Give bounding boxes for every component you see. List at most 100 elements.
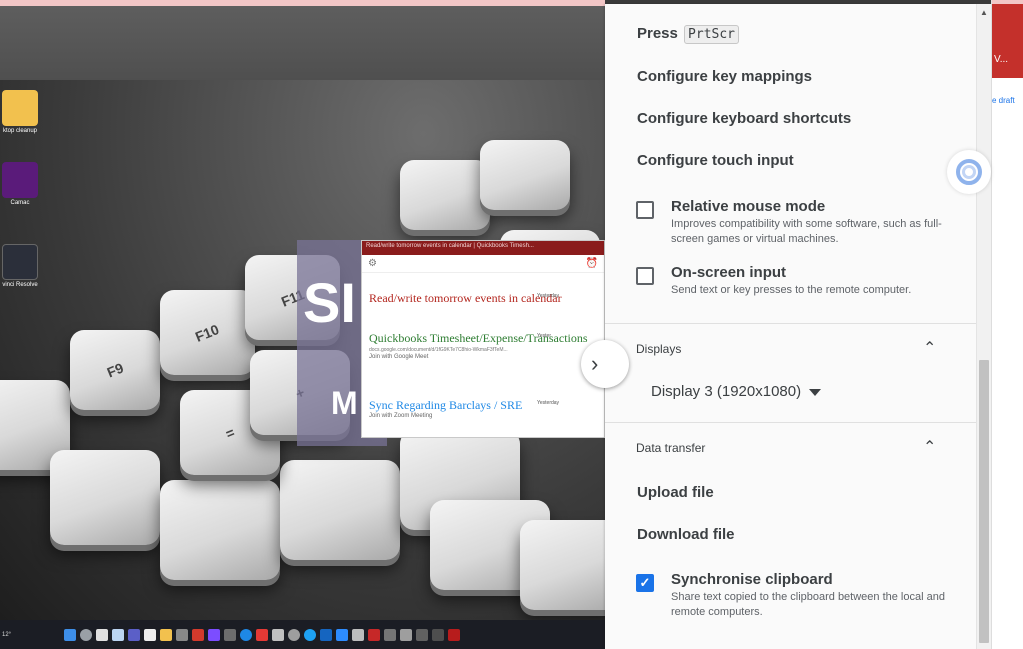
floating-assistant-icon[interactable] xyxy=(947,150,991,194)
checkmark-icon: ✓ xyxy=(639,575,651,590)
event-link[interactable]: docs.google.com/document/d/1fG9KTe7C8hio… xyxy=(369,346,601,354)
panel-scrollbar[interactable]: ▲ xyxy=(976,4,991,649)
app-icon[interactable] xyxy=(352,628,364,641)
keyboard-key-f9: F9 xyxy=(70,330,160,410)
app-icon[interactable] xyxy=(272,628,284,641)
file-explorer-icon[interactable] xyxy=(160,628,172,641)
onscreen-input-label: On-screen input xyxy=(671,264,787,281)
draft-label: e draft xyxy=(992,96,1015,105)
app-icon[interactable] xyxy=(432,628,444,641)
scroll-up-icon[interactable]: ▲ xyxy=(980,8,988,17)
remote-taskbar: 12° xyxy=(0,620,605,649)
configure-key-mappings-item[interactable]: Configure key mappings xyxy=(637,68,812,85)
app-icon[interactable] xyxy=(384,628,396,641)
acrobat-icon[interactable] xyxy=(256,628,268,641)
background-browser-window: V... e draft xyxy=(991,0,1023,649)
expand-panel-button[interactable]: › xyxy=(581,340,629,388)
browser-tab-label: V... xyxy=(994,54,1009,65)
app-icon[interactable] xyxy=(192,628,204,641)
sync-clipboard-label: Synchronise clipboard xyxy=(671,571,833,588)
teams-icon[interactable] xyxy=(128,628,140,641)
calendar-window-title: Read/write tomorrow events in calendar |… xyxy=(362,241,604,255)
caret-down-icon xyxy=(809,388,822,396)
configure-keyboard-shortcuts-item[interactable]: Configure keyboard shortcuts xyxy=(637,110,851,127)
desktop-icon-resolve[interactable]: vinci Resolve xyxy=(0,244,40,288)
event-time: Yesterday xyxy=(537,293,560,299)
data-transfer-section-header[interactable]: Data transfer xyxy=(636,441,705,455)
settings-icon[interactable] xyxy=(288,628,300,641)
app-icon[interactable] xyxy=(224,628,236,641)
davinci-resolve-icon xyxy=(2,244,38,280)
windows-start-icon[interactable] xyxy=(64,628,76,641)
remote-desktop-view[interactable]: F9 F10 F11 = + ktop cleanup Camac vinci … xyxy=(0,0,605,649)
display-select[interactable]: Display 3 (1920x1080) xyxy=(651,383,822,400)
press-label: Press xyxy=(637,25,678,42)
event-time: Yester xyxy=(537,333,551,339)
remote-window-titlebar xyxy=(0,6,605,80)
configure-touch-input-item[interactable]: Configure touch input xyxy=(637,152,794,169)
key-label: = xyxy=(223,423,237,442)
camac-app-icon xyxy=(2,162,38,198)
prtscr-key-chip: PrtScr xyxy=(684,25,740,44)
weather-widget[interactable]: 12° xyxy=(2,632,16,638)
event-name: Read/write tomorrow events in calendar xyxy=(369,291,562,305)
scrollbar-thumb[interactable] xyxy=(979,360,989,643)
gear-icon[interactable]: ⚙ xyxy=(368,258,377,269)
task-view-icon[interactable] xyxy=(96,628,108,641)
browser-top-strip xyxy=(992,0,1023,4)
download-file-item[interactable]: Download file xyxy=(637,526,735,543)
widgets-icon[interactable] xyxy=(112,628,124,641)
chevron-up-icon[interactable]: ⌃ xyxy=(923,338,936,358)
keyboard-key xyxy=(520,520,605,610)
zoom-icon[interactable] xyxy=(336,628,348,641)
filezilla-icon[interactable] xyxy=(448,628,460,641)
chevron-up-icon[interactable]: ⌃ xyxy=(923,437,936,457)
desktop-icon-label: vinci Resolve xyxy=(2,282,38,288)
app-icon[interactable] xyxy=(176,628,188,641)
relative-mouse-label: Relative mouse mode xyxy=(671,198,826,215)
desktop-icon-label: Camac xyxy=(10,200,30,206)
calendar-event[interactable]: Read/write tomorrow events in calendar Y… xyxy=(369,291,601,306)
join-zoom-link[interactable]: Join with Zoom Meeting xyxy=(369,413,601,419)
keyboard-key-f10: F10 xyxy=(160,290,255,375)
keyboard-key xyxy=(160,480,280,580)
displays-section-header[interactable]: Displays xyxy=(636,342,681,356)
event-name: Sync Regarding Barclays / SRE xyxy=(369,398,523,412)
calendar-notification-window[interactable]: Read/write tomorrow events in calendar |… xyxy=(361,240,605,438)
assistant-ring-inner xyxy=(962,165,976,179)
event-time: Yesterday xyxy=(537,400,560,406)
relative-mouse-description: Improves compatibility with some softwar… xyxy=(671,218,942,245)
display-select-value: Display 3 (1920x1080) xyxy=(651,383,802,400)
calendar-event[interactable]: Sync Regarding Barclays / SRE Yesterday … xyxy=(369,398,601,419)
desktop-icon-label: ktop cleanup xyxy=(2,128,38,134)
app-icon[interactable] xyxy=(320,628,332,641)
alarm-icon[interactable]: ⏰ xyxy=(586,258,598,269)
skype-icon[interactable] xyxy=(304,628,316,641)
join-meet-link[interactable]: Join with Google Meet xyxy=(369,354,601,360)
sync-clipboard-description: Share text copied to the clipboard betwe… xyxy=(671,591,945,618)
event-name: Quickbooks Timesheet/Expense/Transaction… xyxy=(369,331,588,345)
relative-mouse-checkbox[interactable] xyxy=(636,201,654,219)
calendar-event[interactable]: Quickbooks Timesheet/Expense/Transaction… xyxy=(369,331,601,360)
app-icon[interactable] xyxy=(368,628,380,641)
keyboard-key xyxy=(280,460,400,560)
press-prtscr-item[interactable]: Press PrtScr xyxy=(637,25,740,44)
onscreen-input-checkbox[interactable] xyxy=(636,267,654,285)
file-icon[interactable] xyxy=(144,628,156,641)
browser-tab-area[interactable] xyxy=(992,0,1023,78)
desktop-icon-cleanup[interactable]: ktop cleanup xyxy=(0,90,40,134)
search-icon[interactable] xyxy=(80,628,92,641)
app-icon[interactable] xyxy=(416,628,428,641)
sync-clipboard-checkbox[interactable]: ✓ xyxy=(636,574,654,592)
desktop-icon-camac[interactable]: Camac xyxy=(0,162,40,206)
app-icon[interactable] xyxy=(240,628,252,641)
slide-heading-text: SI xyxy=(303,271,356,334)
section-divider xyxy=(605,323,976,324)
upload-file-item[interactable]: Upload file xyxy=(637,484,714,501)
section-divider xyxy=(605,422,976,423)
slide-subheading-text: M xyxy=(331,385,358,421)
key-label: F9 xyxy=(104,359,126,381)
app-icon[interactable] xyxy=(208,628,220,641)
chevron-right-icon: › xyxy=(591,351,599,376)
app-icon[interactable] xyxy=(400,628,412,641)
